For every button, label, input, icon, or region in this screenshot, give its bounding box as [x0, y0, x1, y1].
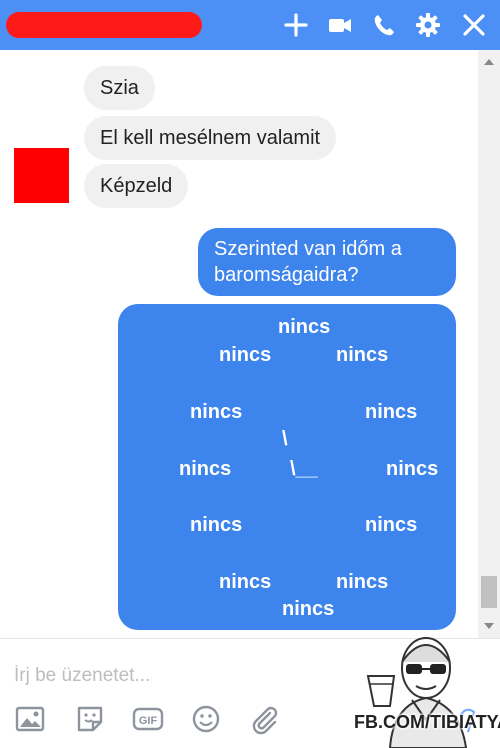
close-icon[interactable] [460, 11, 488, 39]
incoming-message: Képzeld [84, 164, 189, 208]
clock-word-9: nincs [179, 458, 232, 480]
video-icon[interactable] [326, 11, 354, 39]
gif-icon[interactable]: GIF [132, 703, 164, 735]
clock-word-1: nincs [336, 344, 389, 366]
outgoing-message-line: baromságaidra? [214, 264, 359, 286]
scrollbar[interactable] [478, 50, 500, 638]
contact-avatar[interactable] [14, 148, 69, 203]
chat-header [0, 0, 500, 50]
redacted-contact-name [6, 12, 202, 38]
outgoing-message: Szerinted van időm a baromságaidra? [198, 228, 456, 296]
clock-word-11: nincs [219, 344, 272, 366]
scroll-up-arrow-icon[interactable] [478, 54, 500, 70]
clock-word-3: nincs [386, 458, 439, 480]
incoming-message: El kell mesélnem valamit [84, 116, 337, 160]
clock-word-4: nincs [365, 514, 418, 536]
clock-word-12: nincs [278, 316, 331, 338]
clock-hand-minute: \__ [290, 458, 318, 480]
watermark-text: FB.COM/TIBIATYA [354, 712, 500, 732]
clock-word-7: nincs [219, 571, 272, 593]
clock-hand-hour: \ [282, 428, 288, 450]
image-icon[interactable] [14, 703, 46, 735]
clock-word-5: nincs [336, 571, 389, 593]
gif-label: GIF [139, 715, 158, 727]
clock-art-message: nincs nincs nincs nincs nincs \ nincs \_… [118, 304, 456, 630]
plus-icon[interactable] [282, 11, 310, 39]
clock-word-8: nincs [190, 514, 243, 536]
clock-word-6: nincs [282, 598, 335, 620]
gear-icon[interactable] [414, 11, 442, 39]
scrollbar-thumb[interactable] [481, 576, 497, 608]
message-input[interactable] [14, 661, 334, 691]
incoming-message: Szia [84, 66, 155, 110]
sticker-icon[interactable] [74, 703, 106, 735]
clock-word-10: nincs [190, 401, 243, 423]
attachment-icon[interactable] [248, 703, 280, 735]
phone-icon[interactable] [370, 11, 398, 39]
emoji-icon[interactable] [190, 703, 222, 735]
outgoing-message-line: Szerinted van időm a [214, 238, 402, 260]
clock-word-2: nincs [365, 401, 418, 423]
